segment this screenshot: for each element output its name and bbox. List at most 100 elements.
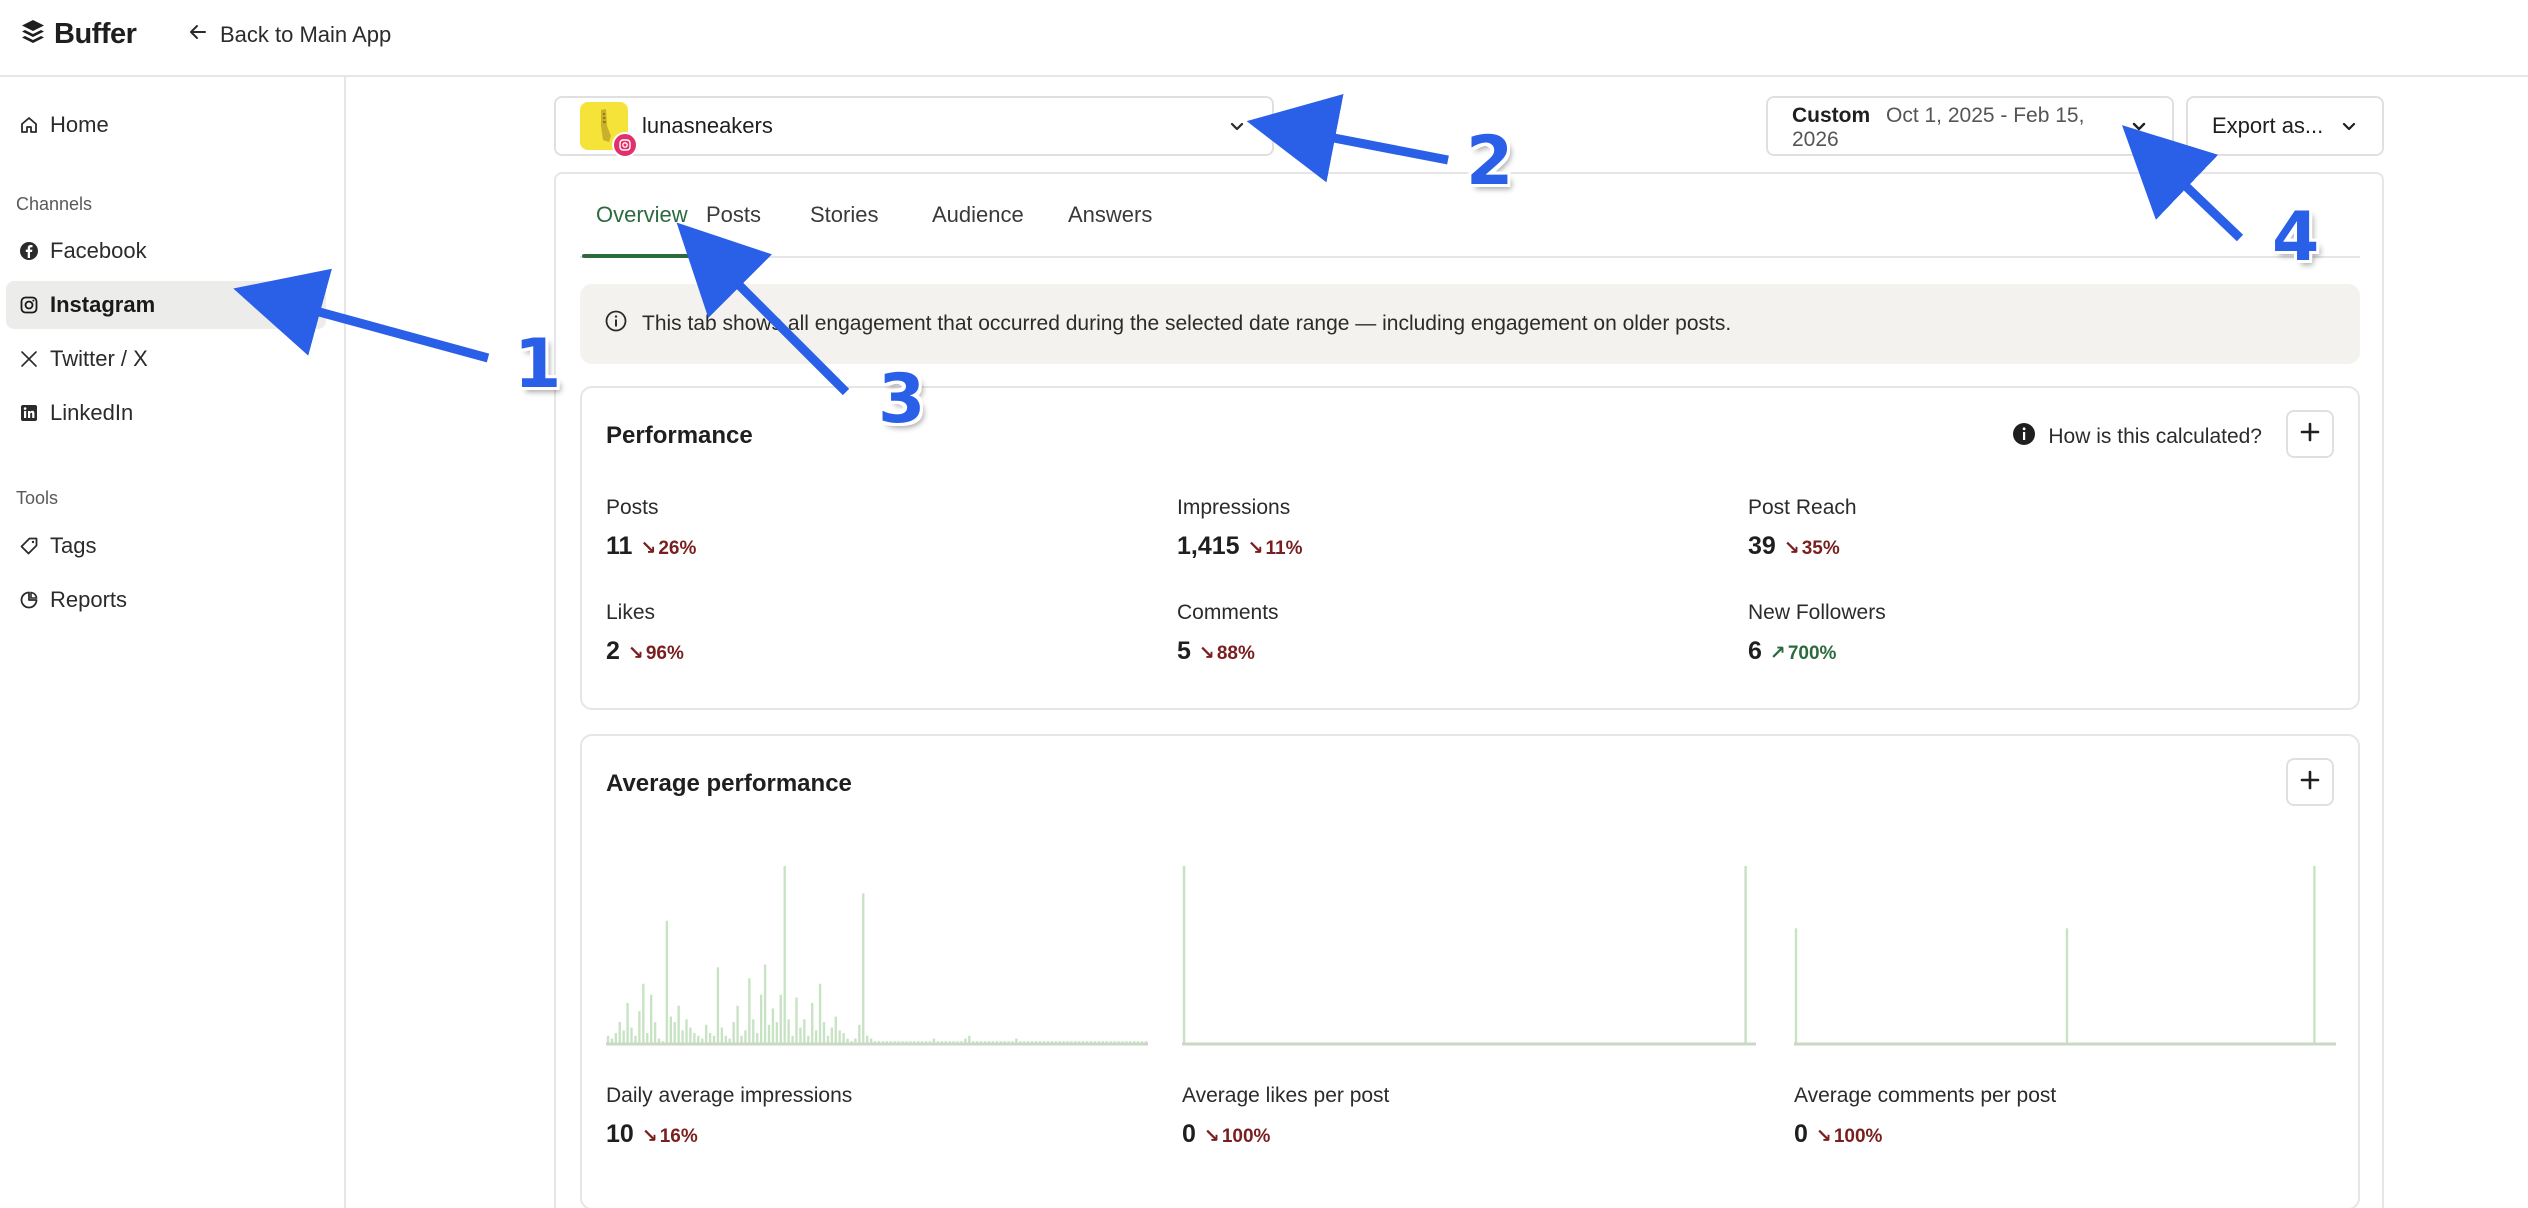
info-notice-text: This tab shows all engagement that occur… (642, 312, 1732, 335)
chart-change: ↘ 100% (1203, 1125, 1271, 1148)
annotation-number-3: 3 (878, 360, 926, 439)
chart-bar (811, 1002, 814, 1044)
chart-bar (669, 1016, 672, 1044)
sidebar-item-twitter[interactable]: Twitter / X (6, 335, 326, 383)
annotation-number-4: 4 (2272, 198, 2320, 277)
chart-bar (814, 1030, 818, 1044)
add-performance-button[interactable] (2286, 410, 2334, 458)
chart-bar (748, 978, 751, 1044)
chart-bar (752, 1019, 755, 1044)
tab-audience[interactable]: Audience (932, 202, 1024, 228)
sidebar-item-label: Tags (50, 533, 97, 558)
arrow-down-right-icon: ↘ (1198, 643, 1215, 664)
buffer-logo-text: Buffer (54, 18, 137, 50)
chart-bar (763, 964, 767, 1044)
chart-bar (803, 1019, 806, 1044)
daily-average-impressions-chart (606, 866, 1148, 1046)
chevron-down-icon (2128, 116, 2150, 143)
sidebar-item-label: Home (50, 112, 109, 137)
sidebar-item-label: Reports (50, 587, 128, 612)
tab-posts[interactable]: Posts (706, 202, 761, 228)
chart-bar (838, 1030, 841, 1044)
chart-change: ↘ 100% (1815, 1125, 1883, 1148)
sidebar-item-home[interactable]: Home (6, 101, 326, 149)
chart-bar (704, 1024, 708, 1044)
annotation-arrow-2 (1246, 94, 1449, 183)
average-comments-chart (1794, 866, 2336, 1046)
chart-bar (756, 1033, 759, 1044)
date-range-type: Custom (1792, 104, 1871, 127)
metric-label: Comments (1177, 601, 1279, 624)
arrow-down-right-icon: ↘ (1815, 1126, 1832, 1147)
arrow-down-right-icon: ↘ (1203, 1126, 1220, 1147)
chart-value-row: 10 ↘ 16% (606, 1120, 698, 1149)
chart-bar (2065, 928, 2069, 1044)
chart-bar (622, 1030, 625, 1044)
chart-bar (681, 1030, 684, 1044)
chart-bar (1744, 866, 1747, 1044)
chart-bar (673, 1022, 676, 1044)
chart-bar (779, 994, 782, 1044)
chart-bar (736, 1005, 739, 1044)
chart-bar (775, 1022, 779, 1044)
chart-label: Average likes per post (1182, 1084, 1390, 1107)
chart-value-row: 0 ↘ 100% (1794, 1120, 1882, 1149)
average-likes-chart (1182, 866, 1756, 1046)
chart-label: Daily average impressions (606, 1084, 853, 1107)
linkedin-icon (18, 402, 40, 424)
arrow-up-right-icon: ↗ (1769, 643, 1786, 664)
metric-label: Impressions (1177, 496, 1291, 519)
chart-value-row: 0 ↘ 100% (1182, 1120, 1270, 1149)
tab-overview[interactable]: Overview (596, 202, 688, 228)
metric-change: ↘ 11% (1247, 537, 1303, 560)
chart-bar (642, 983, 645, 1044)
arrow-down-right-icon: ↘ (1247, 538, 1264, 559)
metric-change: ↗ 700% (1769, 642, 1837, 665)
date-range-text: Oct 1, 2025 - Feb 15, (1886, 104, 2085, 127)
chart-bar (689, 1027, 692, 1044)
chart-bar (732, 1022, 735, 1044)
info-filled-icon (2012, 422, 2036, 452)
tab-answers[interactable]: Answers (1068, 202, 1152, 228)
chart-bar (646, 1033, 649, 1044)
chart-bar (626, 1002, 629, 1044)
date-range-select[interactable]: Custom Oct 1, 2025 - Feb 15, 2026 (1766, 96, 2174, 156)
chart-bar (708, 1033, 712, 1044)
metric-change: ↘ 35% (1783, 537, 1840, 560)
annotation-number-1: 1 (514, 325, 562, 404)
chart-bar (720, 1027, 724, 1044)
sidebar-item-instagram[interactable]: Instagram (6, 281, 326, 329)
chart-bar (2313, 866, 2316, 1044)
metric-impressions: Impressions 1,415 ↘ 11% (1177, 496, 1677, 561)
chart-bar (693, 1033, 696, 1044)
channels-heading: Channels (16, 194, 93, 214)
chart-value: 0 (1794, 1120, 1808, 1148)
how-calculated-link[interactable]: How is this calculated? (2012, 422, 2262, 452)
chart-bar (630, 1027, 633, 1044)
chart-label: Average comments per post (1794, 1084, 2057, 1107)
analytics-panel: Overview Posts Stories Audience Answers … (554, 172, 2384, 1208)
sidebar-item-linkedin[interactable]: LinkedIn (6, 389, 326, 437)
chart-bar (858, 1024, 861, 1044)
home-icon (18, 114, 40, 136)
buffer-logo[interactable]: Buffer (20, 18, 137, 51)
metric-value: 1,415 (1177, 532, 1240, 560)
sidebar-item-label: Facebook (50, 238, 147, 263)
back-to-main-app-link[interactable]: Back to Main App (188, 22, 391, 48)
chart-bar (685, 1019, 688, 1044)
sidebar-item-facebook[interactable]: Facebook (6, 227, 326, 275)
performance-card: Performance How is this calculated? Post… (580, 386, 2360, 710)
sidebar-item-tags[interactable]: Tags (6, 522, 326, 570)
chart-bar (744, 1030, 747, 1044)
chart-value: 10 (606, 1120, 634, 1148)
tab-stories[interactable]: Stories (810, 202, 878, 228)
metric-change: ↘ 26% (640, 537, 697, 560)
metric-new-followers: New Followers 6 ↗ 700% (1748, 601, 2248, 666)
add-average-performance-button[interactable] (2286, 758, 2334, 806)
channel-select[interactable]: lunasneakers (554, 96, 1274, 158)
metric-value: 11 (606, 532, 633, 560)
export-button[interactable]: Export as... (2186, 96, 2384, 156)
sidebar-item-reports[interactable]: Reports (6, 576, 326, 624)
annotation-number-2: 2 (1466, 122, 1514, 201)
active-tab-indicator (582, 254, 694, 258)
